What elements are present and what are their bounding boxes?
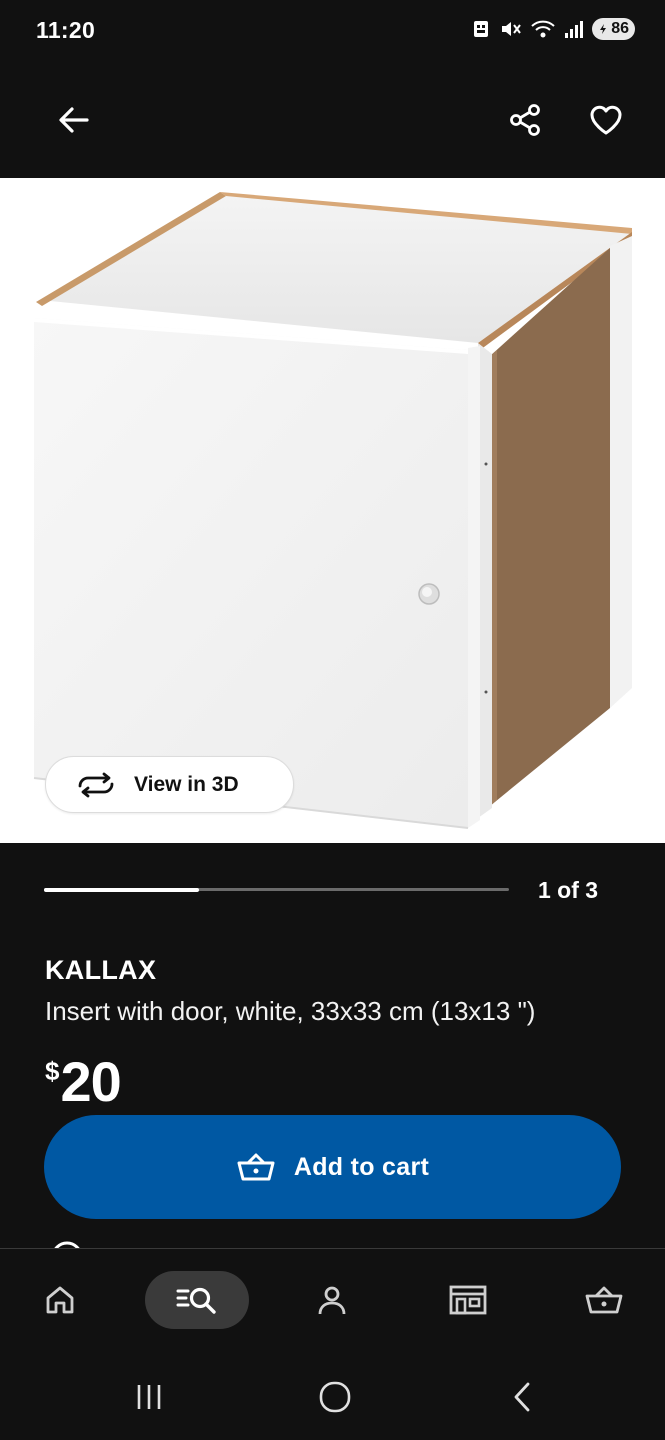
back-arrow-icon (59, 107, 89, 133)
back-button[interactable] (44, 90, 104, 150)
battery-icon: 86 (592, 18, 635, 40)
product-name: KALLAX (45, 955, 157, 985)
price-currency: $ (45, 1056, 60, 1086)
search-icon (176, 1287, 216, 1314)
add-to-cart-button[interactable]: Add to cart (44, 1115, 621, 1219)
add-to-cart-label: Add to cart (293, 1152, 430, 1181)
cart-icon (585, 1286, 623, 1314)
profile-icon (318, 1286, 346, 1315)
status-time: 11:20 (36, 17, 96, 43)
product-price: $ 20 (45, 1050, 122, 1114)
product-photo (33, 192, 632, 829)
back-chevron-icon (514, 1382, 530, 1412)
basket-icon (237, 1153, 275, 1181)
tab-stores[interactable] (416, 1271, 520, 1329)
home-circle-icon (319, 1381, 351, 1413)
notification-icon (472, 19, 492, 39)
top-nav (0, 62, 665, 178)
favorite-button[interactable] (576, 90, 636, 150)
bottom-tab-bar (0, 1248, 665, 1350)
image-carousel-indicator: 1 of 3 (0, 843, 665, 938)
carousel-progress-track (44, 887, 509, 892)
status-icons: 86 (472, 18, 635, 40)
system-back-button[interactable] (492, 1372, 552, 1422)
tab-cart[interactable] (552, 1271, 656, 1329)
heart-icon (590, 105, 622, 135)
home-button[interactable] (305, 1372, 365, 1422)
share-icon (510, 104, 540, 136)
view-3d-button[interactable]: View in 3D (45, 756, 294, 813)
tab-profile[interactable] (280, 1271, 384, 1329)
view-3d-label: View in 3D (134, 772, 239, 796)
carousel-progress-fill (44, 887, 199, 892)
share-button[interactable] (495, 90, 555, 150)
wifi-icon (530, 19, 556, 39)
signal-icon (564, 19, 584, 39)
rotate-3d-icon (78, 772, 114, 797)
product-description: Insert with door, white, 33x33 cm (13x13… (45, 996, 536, 1026)
status-bar: 11:20 86 (0, 0, 665, 62)
recents-icon (137, 1385, 161, 1409)
carousel-page-counter: 1 of 3 (538, 877, 599, 903)
battery-level: 86 (611, 20, 629, 37)
price-amount: 20 (60, 1050, 121, 1113)
tab-home[interactable] (8, 1271, 112, 1329)
stores-icon (449, 1285, 487, 1315)
system-navigation-bar (0, 1350, 665, 1440)
product-image[interactable]: View in 3D (0, 178, 665, 843)
mute-icon (500, 19, 522, 39)
tab-search[interactable] (145, 1271, 249, 1329)
home-icon (46, 1286, 74, 1314)
recents-button[interactable] (119, 1372, 179, 1422)
